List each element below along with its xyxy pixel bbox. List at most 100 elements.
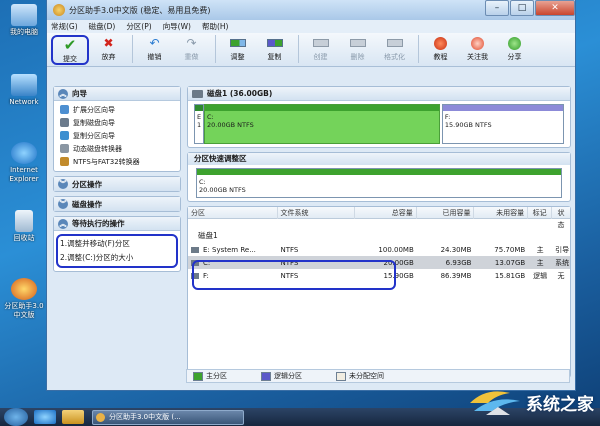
create-button[interactable]: 创建 <box>303 35 338 65</box>
cell-filesystem: NTFS <box>280 245 299 254</box>
network-desktop-icon[interactable]: Network <box>2 74 46 107</box>
partition-band <box>195 105 203 111</box>
discard-button[interactable]: ✖ 放弃 <box>91 35 126 65</box>
menu-partition[interactable]: 分区(P) <box>126 21 151 32</box>
cell-free: 75.70MB <box>494 245 526 254</box>
pending-ops-header[interactable]: ︽ 等待执行的操作 <box>54 217 180 231</box>
minimize-button[interactable]: – <box>485 0 509 16</box>
desktop-icon-label: Network <box>9 98 39 106</box>
my-computer-desktop-icon[interactable]: 我的电脑 <box>2 4 46 37</box>
disk-title: 磁盘1 (36.00GB) <box>207 89 273 98</box>
copy-button[interactable]: 复制 <box>257 35 292 65</box>
taskbar-app-button[interactable]: 分区助手3.0中文版 (... <box>92 409 244 425</box>
wizard-item-ntfs-fat32[interactable]: NTFS与FAT32转换器 <box>54 155 180 168</box>
ie-taskbar-icon[interactable] <box>34 410 56 424</box>
ie-desktop-icon[interactable]: Internet Explorer <box>2 142 46 184</box>
expand-chevron-icon[interactable]: ︾ <box>58 199 68 209</box>
collapse-chevron-icon[interactable]: ︽ <box>58 218 68 229</box>
cell-used: 24.30MB <box>440 245 472 254</box>
menu-help[interactable]: 帮助(H) <box>202 21 229 32</box>
partition-ops-section: ︾ 分区操作 <box>53 176 181 192</box>
pending-op-item[interactable]: 1.调整并移动(F)分区 <box>60 237 174 251</box>
start-button[interactable] <box>4 408 28 426</box>
menu-wizard[interactable]: 向导(W) <box>163 21 191 32</box>
share-icon <box>507 36 523 50</box>
redo-icon: ↷ <box>186 36 197 50</box>
menu-disk[interactable]: 磁盘(D) <box>89 21 116 32</box>
wizard-item-extend-partition[interactable]: 扩展分区向导 <box>54 103 180 116</box>
wizard-item-label: 扩展分区向导 <box>73 105 115 114</box>
wizard-item-copy-disk[interactable]: 复制磁盘向导 <box>54 116 180 129</box>
format-button[interactable]: 格式化 <box>377 35 412 65</box>
wizard-item-copy-partition[interactable]: 复制分区向导 <box>54 129 180 142</box>
cell-filesystem: NTFS <box>280 258 299 267</box>
partition-block-c[interactable]: C: 20.00GB NTFS <box>204 104 440 144</box>
partition-label: C: <box>207 113 214 121</box>
legend-logical: 逻辑分区 <box>261 371 302 381</box>
copy-label: 复制 <box>267 53 282 61</box>
dynamic-disk-icon <box>60 144 69 153</box>
partition-block-system[interactable]: E 1 <box>194 104 204 144</box>
weibo-icon <box>470 36 486 50</box>
partition-assistant-desktop-icon[interactable]: 分区助手3.0中文版 <box>2 278 46 320</box>
expand-chevron-icon[interactable]: ︾ <box>58 179 68 189</box>
column-header-total[interactable]: 总容量 <box>355 206 417 219</box>
cell-used: 86.39MB <box>440 271 472 280</box>
commit-label: 提交 <box>63 55 77 63</box>
format-label: 格式化 <box>384 53 405 61</box>
collapse-chevron-icon[interactable]: ︽ <box>58 88 68 99</box>
share-button[interactable]: 分享 <box>497 35 532 65</box>
table-row[interactable]: E: System Re... NTFS 100.00MB 24.30MB 75… <box>188 243 570 256</box>
table-row[interactable]: C: NTFS 20.00GB 6.93GB 13.07GB 主 系统 <box>188 256 570 269</box>
wizard-item-label: 复制磁盘向导 <box>73 118 115 127</box>
pending-op-item[interactable]: 2.调整(C:)分区的大小 <box>60 251 174 265</box>
computer-icon <box>11 4 37 26</box>
disk-ops-header[interactable]: ︾ 磁盘操作 <box>54 197 180 211</box>
app-logo-icon <box>53 4 65 16</box>
redo-button[interactable]: ↷ 重做 <box>174 35 209 65</box>
toolbar-separator <box>418 35 419 63</box>
quick-resize-panel: 分区快速调整区 C: 20.00GB NTFS <box>187 152 571 202</box>
column-header-partition[interactable]: 分区 <box>188 206 278 219</box>
copy-disk-icon <box>60 118 69 127</box>
ntfs-fat32-icon <box>60 157 69 166</box>
desktop-icon-label: 我的电脑 <box>10 28 38 36</box>
wizard-item-label: 复制分区向导 <box>73 131 115 140</box>
title-bar[interactable]: 分区助手3.0中文版 (稳定、易用且免费) – □ ✕ <box>47 0 575 20</box>
wizard-item-dynamic-disk[interactable]: 动态磁盘转换器 <box>54 142 180 155</box>
toolbar-separator <box>132 35 133 63</box>
column-header-used[interactable]: 已用容量 <box>417 206 475 219</box>
copy-partition-icon <box>60 131 69 140</box>
partition-info: 15.90GB NTFS <box>444 121 492 129</box>
delete-button[interactable]: 删除 <box>340 35 375 65</box>
legend-primary-label: 主分区 <box>206 372 227 380</box>
taskbar-app-label: 分区助手3.0中文版 (... <box>109 412 181 421</box>
wizard-section-header[interactable]: ︽ 向导 <box>54 87 180 101</box>
explorer-taskbar-icon[interactable] <box>62 410 84 424</box>
adjust-button[interactable]: 调整 <box>220 35 255 65</box>
recycle-bin-desktop-icon[interactable]: 回收站 <box>2 210 46 243</box>
column-header-status[interactable]: 状态 <box>552 207 570 229</box>
quick-resize-bar[interactable]: C: 20.00GB NTFS <box>196 168 562 198</box>
partition-ops-header[interactable]: ︾ 分区操作 <box>54 177 180 191</box>
follow-button[interactable]: 关注我 <box>460 35 495 65</box>
toolbar: ✔ 提交 ✖ 放弃 ↶ 撤销 ↷ 重做 调整 复制 创建 删除 格式化 教程 关… <box>47 33 575 67</box>
tutorial-button[interactable]: 教程 <box>423 35 458 65</box>
table-row[interactable]: F: NTFS 15.90GB 86.39MB 15.81GB 逻辑 无 <box>188 269 570 282</box>
cell-status: 系统 <box>555 258 570 267</box>
wizard-section: ︽ 向导 扩展分区向导 复制磁盘向导 复制分区向导 动态磁盘转换器 NTFS与F… <box>53 86 181 172</box>
menu-general[interactable]: 常规(G) <box>51 21 78 32</box>
column-header-filesystem[interactable]: 文件系统 <box>278 206 356 219</box>
maximize-button[interactable]: □ <box>510 0 534 16</box>
adjust-label: 调整 <box>230 53 245 61</box>
column-header-free[interactable]: 未用容量 <box>474 206 529 219</box>
pending-ops-title: 等待执行的操作 <box>72 219 125 228</box>
close-button[interactable]: ✕ <box>535 0 575 16</box>
toolbar-separator <box>215 35 216 63</box>
legend-unallocated-label: 未分配空间 <box>349 372 384 380</box>
commit-button[interactable]: ✔ 提交 <box>51 35 89 65</box>
window-title: 分区助手3.0中文版 (稳定、易用且免费) <box>69 5 211 15</box>
column-header-flag[interactable]: 标记 <box>528 206 553 219</box>
partition-block-f[interactable]: F: 15.90GB NTFS <box>441 104 564 144</box>
undo-button[interactable]: ↶ 撤销 <box>137 35 172 65</box>
